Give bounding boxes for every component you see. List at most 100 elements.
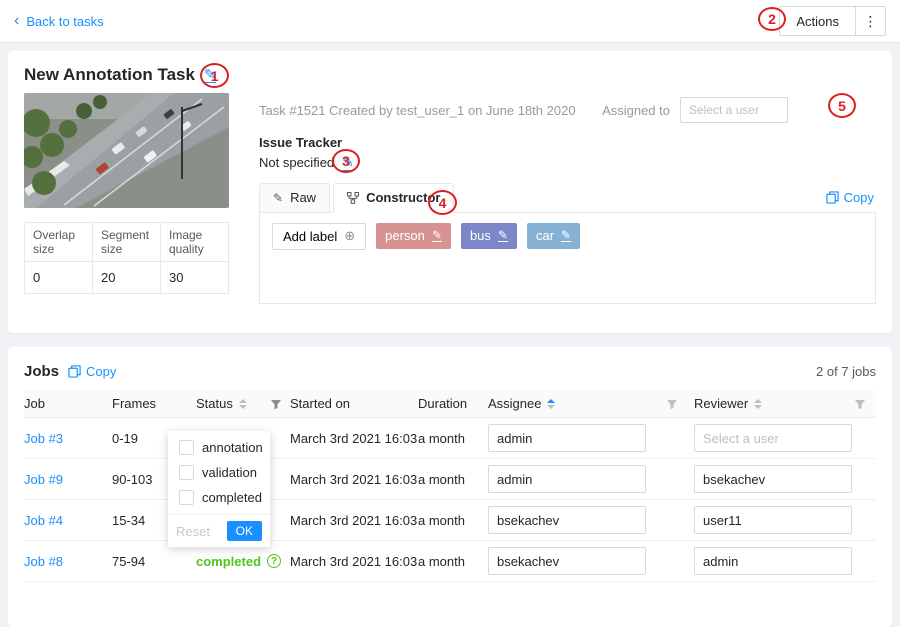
tab-raw-label: Raw [290,190,316,205]
status-filter-icon[interactable] [270,398,282,410]
tab-constructor-label: Constructor [366,190,440,205]
reviewer-input[interactable] [694,547,852,575]
back-to-tasks-label: Back to tasks [26,14,103,29]
tab-constructor[interactable]: Constructor [333,183,454,213]
status-filter-dropdown: annotation validation completed Reset OK [168,431,270,547]
assignee-input[interactable] [488,506,646,534]
issue-tracker-label: Issue Tracker [259,135,876,150]
assignee-sorter-icon[interactable] [547,399,555,409]
task-details-card: New Annotation Task ✎ [8,51,892,333]
assignee-input[interactable] [488,547,646,575]
label-chip-bus-name: bus [470,228,491,243]
tab-raw[interactable]: ✎ Raw [259,183,330,213]
reviewer-input[interactable] [694,465,852,493]
filter-option-annotation[interactable]: annotation [168,435,270,460]
edit-label-icon[interactable]: ✎ [432,229,442,243]
back-chevron-icon: ‹ [14,13,19,29]
assigned-to-label: Assigned to [602,103,670,118]
labels-editor: ✎ Raw Constructor [259,183,876,304]
column-reviewer-label: Reviewer [694,396,748,411]
job-started: March 3rd 2021 16:03 [290,472,418,487]
task-assignee-select[interactable] [680,97,788,123]
label-chip-person[interactable]: person ✎ [376,223,451,249]
task-parameters-table: Overlap size Segment size Image quality … [24,222,229,294]
filter-option-label: completed [202,490,262,505]
filter-option-completed[interactable]: completed [168,485,270,510]
checkbox[interactable] [179,465,194,480]
jobs-card: Jobs Copy 2 of 7 jobs Job Frames Status … [8,347,892,627]
filter-ok-button[interactable]: OK [227,521,262,541]
reviewer-input[interactable] [694,506,852,534]
job-duration: a month [418,513,488,528]
edit-label-icon[interactable]: ✎ [561,229,571,243]
param-value-quality: 30 [161,262,229,294]
copy-jobs-link[interactable]: Copy [68,364,116,379]
jobs-title: Jobs [24,363,59,380]
job-started: March 3rd 2021 16:03 [290,513,418,528]
assignee-input[interactable] [488,424,646,452]
edit-label-icon[interactable]: ✎ [498,229,508,243]
label-chip-bus[interactable]: bus ✎ [461,223,517,249]
copy-labels-label: Copy [844,190,874,205]
filter-reset-button[interactable]: Reset [176,524,210,539]
param-value-segment: 20 [93,262,161,294]
label-chip-car-name: car [536,228,554,243]
job-started: March 3rd 2021 16:03 [290,431,418,446]
task-meta-text: Task #1521 Created by test_user_1 on Jun… [259,103,576,118]
copy-labels-link[interactable]: Copy [826,190,874,205]
block-icon [347,192,359,204]
top-navigation-bar: ‹ Back to tasks Actions ⋮ [0,0,900,43]
job-row: Job #3 0-19 March 3rd 2021 16:03 a month [24,418,876,459]
add-label-text: Add label [283,229,337,244]
param-header-segment: Segment size [93,223,161,262]
actions-button-label[interactable]: Actions [780,7,855,35]
job-link[interactable]: Job #9 [24,472,63,487]
plus-circle-icon: ⊕ [344,228,355,244]
filter-option-validation[interactable]: validation [168,460,270,485]
column-job-label: Job [24,396,45,411]
label-chip-person-name: person [385,228,425,243]
actions-dropdown-button[interactable]: Actions ⋮ [779,6,886,36]
more-menu-icon[interactable]: ⋮ [855,7,885,35]
job-duration: a month [418,554,488,569]
checkbox[interactable] [179,490,194,505]
question-circle-icon: ? [267,554,281,568]
column-assignee-label: Assignee [488,396,541,411]
job-row: Job #8 75-94 completed ? March 3rd 2021 … [24,541,876,582]
reviewer-filter-icon[interactable] [854,398,866,410]
job-duration: a month [418,431,488,446]
issue-tracker-value: Not specified [259,155,334,170]
task-preview-image [24,93,229,208]
job-row: Job #9 90-103 March 3rd 2021 16:03 a mon… [24,459,876,500]
column-status-label: Status [196,396,233,411]
param-header-quality: Image quality [161,223,229,262]
reviewer-input[interactable] [694,424,852,452]
assignee-filter-icon[interactable] [666,398,678,410]
status-sorter-icon[interactable] [239,399,247,409]
column-frames-label: Frames [112,396,156,411]
copy-jobs-label: Copy [86,364,116,379]
filter-option-label: validation [202,465,257,480]
checkbox[interactable] [179,440,194,455]
task-title: New Annotation Task [24,65,195,85]
edit-issue-tracker-icon[interactable]: ✎ [342,155,354,171]
job-link[interactable]: Job #4 [24,513,63,528]
edit-task-name-icon[interactable]: ✎ [204,67,216,83]
labels-constructor-panel: Add label ⊕ person ✎ bus ✎ car ✎ [259,212,876,304]
job-row: Job #4 15-34 March 3rd 2021 16:03 a mont… [24,500,876,541]
assignee-input[interactable] [488,465,646,493]
param-header-overlap: Overlap size [25,223,93,262]
label-chip-car[interactable]: car ✎ [527,223,580,249]
job-link[interactable]: Job #8 [24,554,63,569]
back-to-tasks-link[interactable]: ‹ Back to tasks [14,13,104,29]
reviewer-sorter-icon[interactable] [754,399,762,409]
add-label-button[interactable]: Add label ⊕ [272,223,366,250]
job-started: March 3rd 2021 16:03 [290,554,418,569]
copy-icon [826,191,839,204]
filter-option-label: annotation [202,440,263,455]
jobs-table-header: Job Frames Status Started on Duration As… [24,390,876,418]
param-value-overlap: 0 [25,262,93,294]
job-link[interactable]: Job #3 [24,431,63,446]
job-status: completed [196,554,261,569]
pencil-icon: ✎ [273,191,283,205]
